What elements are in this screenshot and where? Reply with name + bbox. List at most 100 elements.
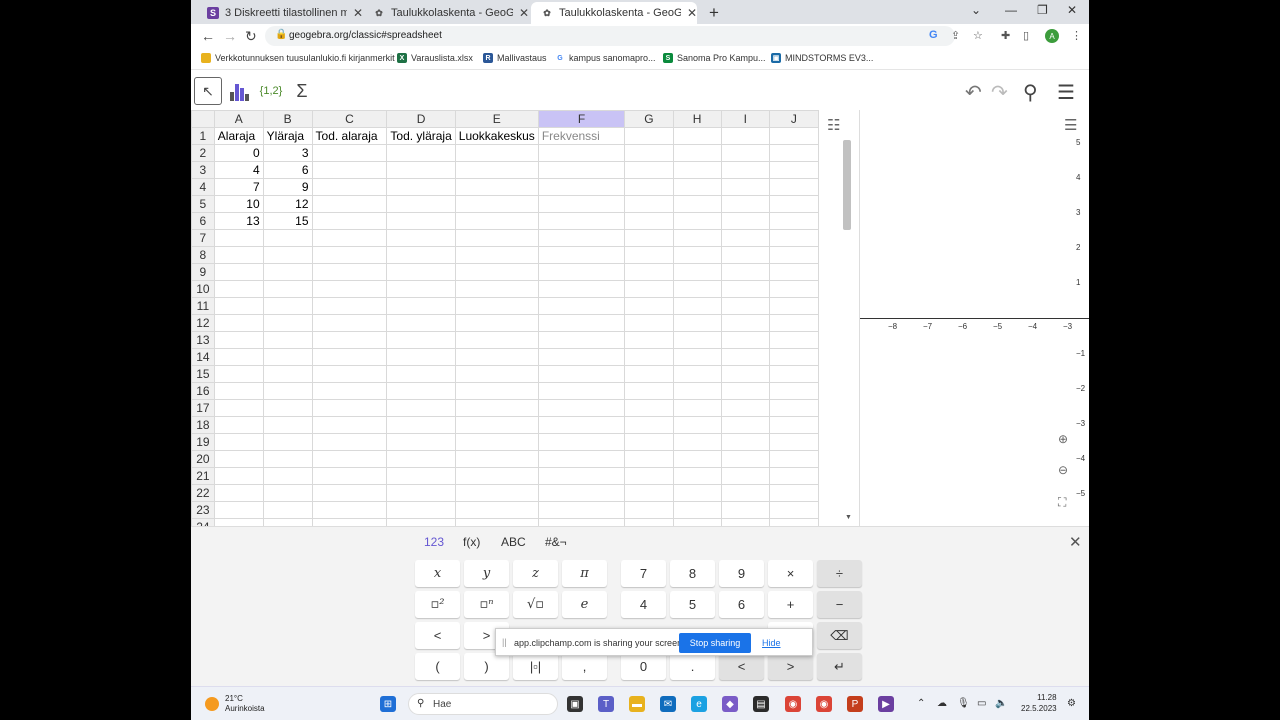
- cell-J18[interactable]: [768, 416, 819, 434]
- cell-I10[interactable]: [720, 280, 770, 298]
- keyboard-key[interactable]: 7: [621, 560, 666, 587]
- cell-I3[interactable]: [720, 161, 770, 179]
- cell-G9[interactable]: [624, 263, 674, 281]
- row-header[interactable]: 14: [191, 348, 215, 366]
- menu-icon[interactable]: ☰: [1057, 80, 1075, 105]
- cell-E1[interactable]: Luokkakeskus: [454, 127, 539, 145]
- cell-J7[interactable]: [768, 229, 819, 247]
- chevron-up-icon[interactable]: ⌃: [917, 698, 925, 709]
- cell-I4[interactable]: [720, 178, 770, 196]
- url-field[interactable]: 🔒 geogebra.org/classic#spreadsheet: [265, 26, 955, 46]
- cell-I18[interactable]: [720, 416, 770, 434]
- cell-G21[interactable]: [624, 467, 674, 485]
- cell-C3[interactable]: [311, 161, 388, 179]
- cell-J24[interactable]: [768, 518, 819, 526]
- row-header[interactable]: 15: [191, 365, 215, 383]
- store-icon[interactable]: ▤: [753, 696, 769, 712]
- cell-G3[interactable]: [624, 161, 674, 179]
- cell-B7[interactable]: [262, 229, 313, 247]
- cell-J11[interactable]: [768, 297, 819, 315]
- keyboard-tab-numbers[interactable]: 123: [424, 535, 444, 549]
- cell-A1[interactable]: Alaraja: [213, 127, 264, 145]
- cell-B17[interactable]: [262, 399, 313, 417]
- cell-A10[interactable]: [213, 280, 264, 298]
- row-header[interactable]: 24: [191, 518, 215, 526]
- sum-tool-button[interactable]: Σ: [288, 77, 316, 105]
- cell-D11[interactable]: [386, 297, 456, 315]
- cell-A24[interactable]: [213, 518, 264, 526]
- cell-G5[interactable]: [624, 195, 674, 213]
- row-header[interactable]: 18: [191, 416, 215, 434]
- spreadsheet-stylebar-icon[interactable]: ☷: [827, 116, 840, 134]
- keyboard-key[interactable]: .: [670, 653, 715, 680]
- row-header[interactable]: 9: [191, 263, 215, 281]
- cell-G20[interactable]: [624, 450, 674, 468]
- cell-C7[interactable]: [311, 229, 388, 247]
- stop-sharing-button[interactable]: Stop sharing: [679, 633, 751, 653]
- row-header[interactable]: 2: [191, 144, 215, 162]
- cell-I21[interactable]: [720, 467, 770, 485]
- cell-H19[interactable]: [672, 433, 722, 451]
- keyboard-key[interactable]: ,: [562, 653, 607, 680]
- cell-F10[interactable]: [537, 280, 626, 298]
- cell-G11[interactable]: [624, 297, 674, 315]
- cell-C10[interactable]: [311, 280, 388, 298]
- cell-G7[interactable]: [624, 229, 674, 247]
- cell-J23[interactable]: [768, 501, 819, 519]
- keyboard-key[interactable]: ÷: [817, 560, 862, 587]
- cell-H3[interactable]: [672, 161, 722, 179]
- cell-C4[interactable]: [311, 178, 388, 196]
- cell-F14[interactable]: [537, 348, 626, 366]
- cell-J19[interactable]: [768, 433, 819, 451]
- cell-F12[interactable]: [537, 314, 626, 332]
- scroll-down-icon[interactable]: ▼: [845, 514, 852, 521]
- cell-J22[interactable]: [768, 484, 819, 502]
- cell-H22[interactable]: [672, 484, 722, 502]
- minimize-icon[interactable]: —: [1005, 3, 1017, 17]
- cell-B21[interactable]: [262, 467, 313, 485]
- row-header[interactable]: 7: [191, 229, 215, 247]
- cell-D15[interactable]: [386, 365, 456, 383]
- cell-C6[interactable]: [311, 212, 388, 230]
- cell-A19[interactable]: [213, 433, 264, 451]
- cell-F15[interactable]: [537, 365, 626, 383]
- clipchamp-icon[interactable]: ▶: [878, 696, 894, 712]
- keyboard-key[interactable]: 4: [621, 591, 666, 618]
- cell-E12[interactable]: [454, 314, 539, 332]
- cell-J9[interactable]: [768, 263, 819, 281]
- cell-G17[interactable]: [624, 399, 674, 417]
- cell-G12[interactable]: [624, 314, 674, 332]
- cell-A3[interactable]: 4: [213, 161, 264, 179]
- row-header[interactable]: 23: [191, 501, 215, 519]
- cell-B11[interactable]: [262, 297, 313, 315]
- cell-D21[interactable]: [386, 467, 456, 485]
- cell-E17[interactable]: [454, 399, 539, 417]
- cell-B20[interactable]: [262, 450, 313, 468]
- cell-F5[interactable]: [537, 195, 626, 213]
- cell-A6[interactable]: 13: [213, 212, 264, 230]
- share-icon[interactable]: ⇪: [951, 29, 960, 42]
- cell-J20[interactable]: [768, 450, 819, 468]
- cell-F20[interactable]: [537, 450, 626, 468]
- cell-B2[interactable]: 3: [262, 144, 313, 162]
- cell-H6[interactable]: [672, 212, 722, 230]
- cell-D12[interactable]: [386, 314, 456, 332]
- cell-D10[interactable]: [386, 280, 456, 298]
- cell-F16[interactable]: [537, 382, 626, 400]
- cell-F11[interactable]: [537, 297, 626, 315]
- cell-H11[interactable]: [672, 297, 722, 315]
- maximize-icon[interactable]: ❐: [1037, 3, 1048, 17]
- windows-start-icon[interactable]: ⊞: [380, 696, 396, 712]
- cell-D7[interactable]: [386, 229, 456, 247]
- keyboard-key[interactable]: y: [464, 560, 509, 587]
- cell-G15[interactable]: [624, 365, 674, 383]
- keyboard-key[interactable]: (: [415, 653, 460, 680]
- cell-I7[interactable]: [720, 229, 770, 247]
- volume-icon[interactable]: 🔈: [995, 698, 1007, 709]
- cell-B14[interactable]: [262, 348, 313, 366]
- cell-D23[interactable]: [386, 501, 456, 519]
- keyboard-key[interactable]: <: [719, 653, 764, 680]
- cell-H15[interactable]: [672, 365, 722, 383]
- drag-handle-icon[interactable]: ||: [502, 637, 507, 647]
- cell-E24[interactable]: [454, 518, 539, 526]
